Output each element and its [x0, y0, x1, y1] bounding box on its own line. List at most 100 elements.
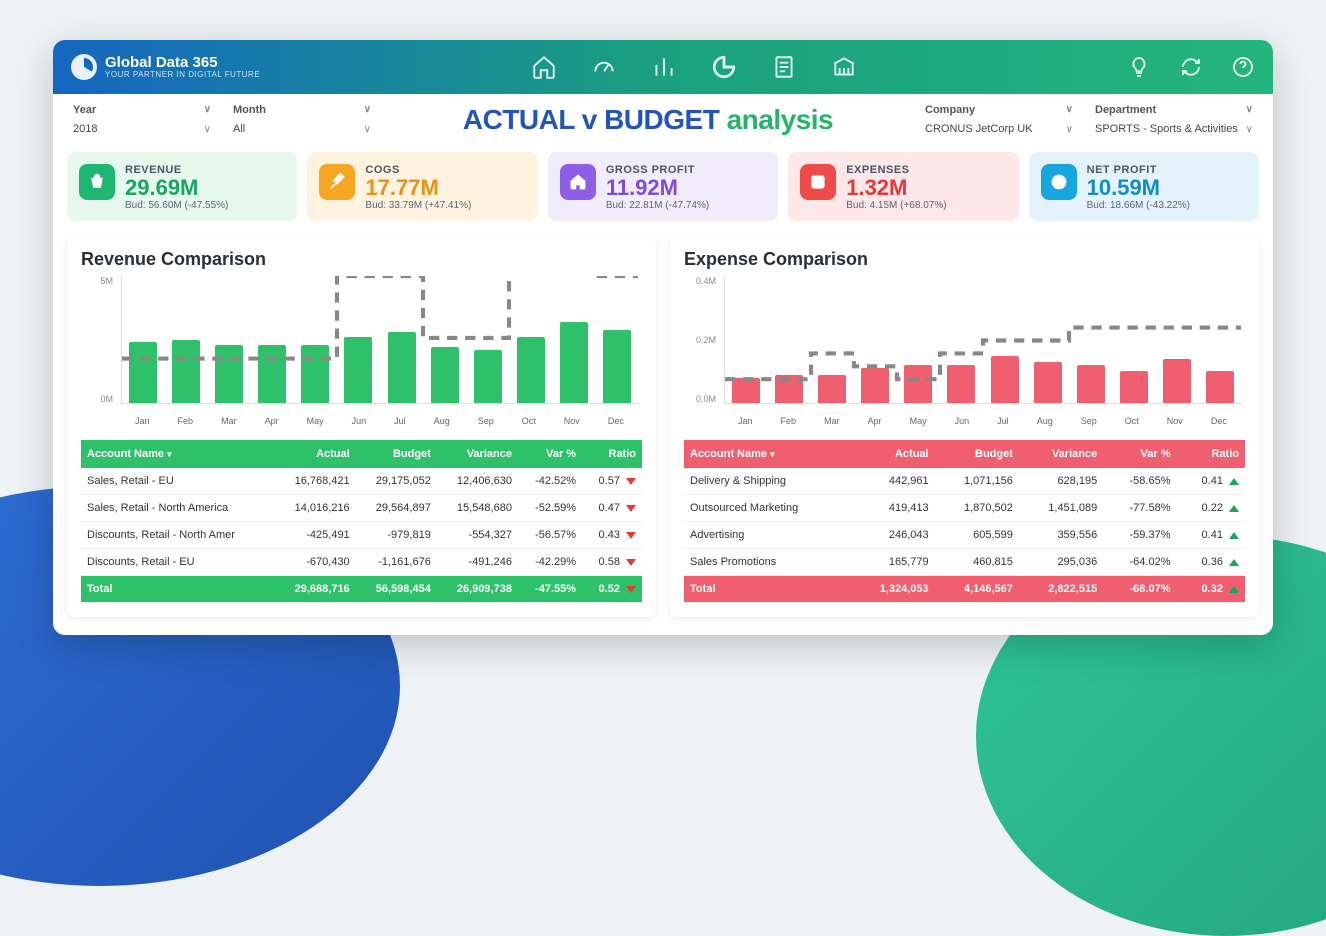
chart-bar[interactable]	[1206, 371, 1234, 403]
kpi-value: 11.92M	[606, 176, 709, 200]
chart-bar[interactable]	[861, 368, 889, 403]
kpi-value: 1.32M	[846, 176, 946, 200]
kpi-budget: Bud: 18.66M (-43.22%)	[1087, 200, 1190, 211]
table-row[interactable]: Advertising246,043605,599359,556-59.37% …	[684, 522, 1245, 549]
revenue-table: Account Name ▾ActualBudgetVarianceVar %R…	[81, 440, 642, 603]
col-header[interactable]: Account Name ▾	[684, 440, 850, 468]
gauge-icon[interactable]	[591, 54, 617, 80]
kpi-value: 17.77M	[365, 176, 471, 200]
kpi-exp: EXPENSES 1.32M Bud: 4.15M (+68.07%)	[788, 152, 1018, 221]
chart-bar[interactable]	[172, 340, 200, 404]
table-row[interactable]: Discounts, Retail - EU-670,430-1,161,676…	[81, 549, 642, 576]
month-select[interactable]: All∨	[227, 120, 377, 138]
table-row[interactable]: Sales, Retail - EU16,768,42129,175,05212…	[81, 468, 642, 495]
year-select[interactable]: 2018∨	[67, 120, 217, 138]
chart-bar[interactable]	[129, 342, 157, 403]
chart-bar[interactable]	[991, 356, 1019, 404]
col-header[interactable]: Variance	[1019, 440, 1103, 468]
home-icon[interactable]	[531, 54, 557, 80]
topbar: Global Data 365 YOUR PARTNER IN DIGITAL …	[53, 40, 1273, 94]
bank-icon[interactable]	[831, 54, 857, 80]
document-icon[interactable]	[771, 54, 797, 80]
bulb-icon[interactable]	[1127, 55, 1151, 79]
chart-bar[interactable]	[1120, 371, 1148, 403]
col-header[interactable]: Variance	[437, 440, 518, 468]
page-title: ACTUAL v BUDGET analysis	[387, 104, 909, 136]
help-icon[interactable]	[1231, 55, 1255, 79]
chart-bar[interactable]	[1163, 359, 1191, 403]
col-header[interactable]: Actual	[850, 440, 934, 468]
logo-icon	[71, 54, 97, 80]
kpi-budget: Bud: 33.79M (+47.41%)	[365, 200, 471, 211]
chevron-down-icon[interactable]: ∨	[1246, 104, 1253, 116]
chart-bar[interactable]	[301, 345, 329, 403]
kpi-np: NET PROFIT 10.59M Bud: 18.66M (-43.22%)	[1029, 152, 1259, 221]
filter-bar: Year∨ Month∨ 2018∨ All∨ ACTUAL v BUDGET …	[53, 94, 1273, 142]
trend-up-icon	[1229, 478, 1239, 485]
chart-bar[interactable]	[388, 332, 416, 403]
revenue-chart: 5M0M JanFebMarAprMayJunJulAugSepOctNovDe…	[81, 276, 642, 426]
table-row[interactable]: Discounts, Retail - North Amer-425,491-9…	[81, 522, 642, 549]
trend-up-icon	[1229, 586, 1239, 593]
table-row[interactable]: Outsourced Marketing419,4131,870,5021,45…	[684, 495, 1245, 522]
col-header[interactable]: Var %	[518, 440, 582, 468]
trend-up-icon	[1229, 505, 1239, 512]
trend-down-icon	[626, 559, 636, 566]
expense-title: Expense Comparison	[684, 249, 1245, 270]
department-select[interactable]: SPORTS - Sports & Activities∨	[1089, 120, 1259, 138]
col-header[interactable]: Budget	[356, 440, 437, 468]
panels-row: Revenue Comparison 5M0M JanFebMarAprMayJ…	[53, 237, 1273, 635]
np-icon	[1041, 164, 1077, 200]
trend-up-icon	[1229, 532, 1239, 539]
col-header[interactable]: Budget	[935, 440, 1019, 468]
chart-bar[interactable]	[732, 378, 760, 403]
department-label: Department	[1095, 104, 1156, 116]
brand-name: Global Data 365	[105, 55, 260, 70]
col-header[interactable]: Actual	[275, 440, 356, 468]
chart-bar[interactable]	[904, 365, 932, 403]
chart-bar[interactable]	[1034, 362, 1062, 403]
chart-bar[interactable]	[215, 345, 243, 403]
pie-chart-icon[interactable]	[711, 54, 737, 80]
company-label: Company	[925, 104, 975, 116]
chart-bar[interactable]	[603, 330, 631, 404]
expense-panel: Expense Comparison 0.4M0.2M0.0M JanFebMa…	[670, 237, 1259, 617]
col-header[interactable]: Account Name ▾	[81, 440, 275, 468]
gp-icon	[560, 164, 596, 200]
chart-bar[interactable]	[344, 337, 372, 403]
kpi-budget: Bud: 22.81M (-47.74%)	[606, 200, 709, 211]
chart-bar[interactable]	[431, 347, 459, 403]
trend-down-icon	[626, 505, 636, 512]
chart-bar[interactable]	[1077, 365, 1105, 403]
chart-bar[interactable]	[818, 375, 846, 404]
col-header[interactable]: Var %	[1103, 440, 1176, 468]
chart-bar[interactable]	[775, 375, 803, 404]
chart-bar[interactable]	[560, 322, 588, 403]
bar-chart-icon[interactable]	[651, 54, 677, 80]
chart-bar[interactable]	[517, 337, 545, 403]
table-row[interactable]: Sales Promotions165,779460,815295,036-64…	[684, 549, 1245, 576]
nav-icons	[531, 54, 857, 80]
kpi-gp: GROSS PROFIT 11.92M Bud: 22.81M (-47.74%…	[548, 152, 778, 221]
chart-bar[interactable]	[258, 345, 286, 403]
table-row[interactable]: Delivery & Shipping442,9611,071,156628,1…	[684, 468, 1245, 495]
col-header[interactable]: Ratio	[1177, 440, 1246, 468]
chart-bar[interactable]	[947, 365, 975, 403]
table-row[interactable]: Sales, Retail - North America14,016,2162…	[81, 495, 642, 522]
total-row: Total29,688,71656,598,45426,909,738-47.5…	[81, 576, 642, 603]
rev-icon	[79, 164, 115, 200]
col-header[interactable]: Ratio	[582, 440, 642, 468]
cogs-icon	[319, 164, 355, 200]
total-row: Total1,324,0534,146,5672,822,515-68.07% …	[684, 576, 1245, 603]
trend-down-icon	[626, 478, 636, 485]
kpi-value: 29.69M	[125, 176, 228, 200]
trend-down-icon	[626, 586, 636, 593]
kpi-rev: REVENUE 29.69M Bud: 56.60M (-47.55%)	[67, 152, 297, 221]
chart-bar[interactable]	[474, 350, 502, 403]
company-select[interactable]: CRONUS JetCorp UK∨	[919, 120, 1079, 138]
trend-up-icon	[1229, 559, 1239, 566]
refresh-icon[interactable]	[1179, 55, 1203, 79]
chevron-down-icon[interactable]: ∨	[204, 104, 211, 116]
chevron-down-icon[interactable]: ∨	[1066, 104, 1073, 116]
chevron-down-icon[interactable]: ∨	[364, 104, 371, 116]
